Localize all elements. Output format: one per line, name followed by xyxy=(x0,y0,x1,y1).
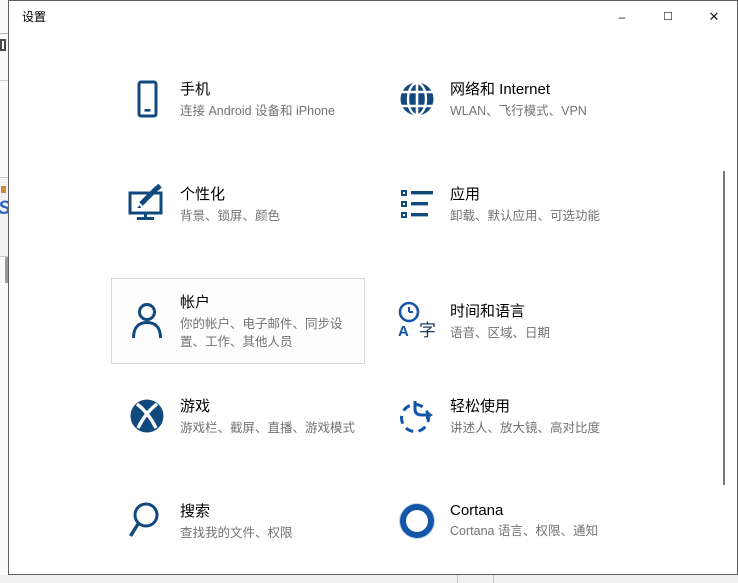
globe-icon xyxy=(397,79,437,119)
tile-title: 轻松使用 xyxy=(450,395,634,416)
title-bar[interactable]: 设置 – ☐ ✕ xyxy=(9,1,737,33)
tile-phone[interactable]: 手机 连接 Android 设备和 iPhone xyxy=(111,56,365,142)
tile-ease-of-access[interactable]: 轻松使用 讲述人、放大镜、高对比度 xyxy=(381,373,635,459)
sliver-divider xyxy=(0,33,8,34)
tile-title: 时间和语言 xyxy=(450,300,634,321)
window-controls: – ☐ ✕ xyxy=(599,1,737,33)
cortana-icon xyxy=(397,501,437,541)
tile-subtitle: 查找我的文件、权限 xyxy=(180,524,364,542)
xbox-icon xyxy=(127,396,167,436)
zi-character-glyph: 字 xyxy=(419,316,436,341)
sliver-divider xyxy=(0,80,8,81)
tile-title: 手机 xyxy=(180,78,364,99)
tile-subtitle: 语音、区域、日期 xyxy=(450,324,634,342)
tile-gaming[interactable]: 游戏 游戏栏、截屏、直播、游戏模式 xyxy=(111,373,365,459)
bottom-strip-divider xyxy=(457,575,458,583)
background-window-sliver: S xyxy=(0,0,8,583)
tile-subtitle: 卸载、默认应用、可选功能 xyxy=(450,207,634,225)
tile-title: 网络和 Internet xyxy=(450,78,634,99)
phone-icon xyxy=(127,79,167,119)
tile-title: 个性化 xyxy=(180,183,364,204)
apps-list-icon xyxy=(397,184,437,224)
clock-language-icon: A 字 xyxy=(397,301,437,341)
tile-subtitle: 背景、锁屏、颜色 xyxy=(180,207,364,225)
tile-subtitle: 游戏栏、截屏、直播、游戏模式 xyxy=(180,419,364,437)
sliver-logo-fragment: S xyxy=(0,198,8,220)
person-icon xyxy=(127,301,167,341)
window-title: 设置 xyxy=(22,1,46,33)
tile-title: 应用 xyxy=(450,183,634,204)
tile-subtitle: 连接 Android 设备和 iPhone xyxy=(180,102,364,120)
tile-time-language[interactable]: A 字 时间和语言 语音、区域、日期 xyxy=(381,278,635,364)
personalization-icon xyxy=(127,184,167,224)
scrollbar-thumb[interactable] xyxy=(723,171,725,485)
bottom-strip-divider xyxy=(493,575,494,583)
settings-window: 设置 – ☐ ✕ 手机 连接 Android 设备和 iPhone xyxy=(8,0,738,575)
tile-subtitle: WLAN、飞行模式、VPN xyxy=(450,102,634,120)
sliver-icon-fragment xyxy=(0,39,6,51)
tile-network[interactable]: 网络和 Internet WLAN、飞行模式、VPN xyxy=(381,56,635,142)
letter-a-glyph: A xyxy=(398,323,409,340)
search-icon xyxy=(127,501,167,541)
tile-search[interactable]: 搜索 查找我的文件、权限 xyxy=(111,478,365,564)
tile-title: 帐户 xyxy=(180,291,364,312)
tile-apps[interactable]: 应用 卸载、默认应用、可选功能 xyxy=(381,161,635,247)
sliver-orange-fragment xyxy=(1,186,6,193)
close-button[interactable]: ✕ xyxy=(691,1,737,32)
background-bottom-strip xyxy=(0,575,738,583)
tile-title: 搜索 xyxy=(180,500,364,521)
ease-of-access-icon xyxy=(397,396,437,436)
tile-title: Cortana xyxy=(450,502,634,519)
tile-subtitle: 你的帐户、电子邮件、同步设置、工作、其他人员 xyxy=(180,315,364,351)
minimize-button[interactable]: – xyxy=(599,1,645,32)
tile-title: 游戏 xyxy=(180,395,364,416)
maximize-button[interactable]: ☐ xyxy=(645,1,691,32)
tile-subtitle: 讲述人、放大镜、高对比度 xyxy=(450,419,634,437)
tile-accounts[interactable]: 帐户 你的帐户、电子邮件、同步设置、工作、其他人员 xyxy=(111,278,365,364)
tile-cortana[interactable]: Cortana Cortana 语言、权限、通知 xyxy=(381,478,635,564)
tile-personalization[interactable]: 个性化 背景、锁屏、颜色 xyxy=(111,161,365,247)
tile-subtitle: Cortana 语言、权限、通知 xyxy=(450,522,634,540)
